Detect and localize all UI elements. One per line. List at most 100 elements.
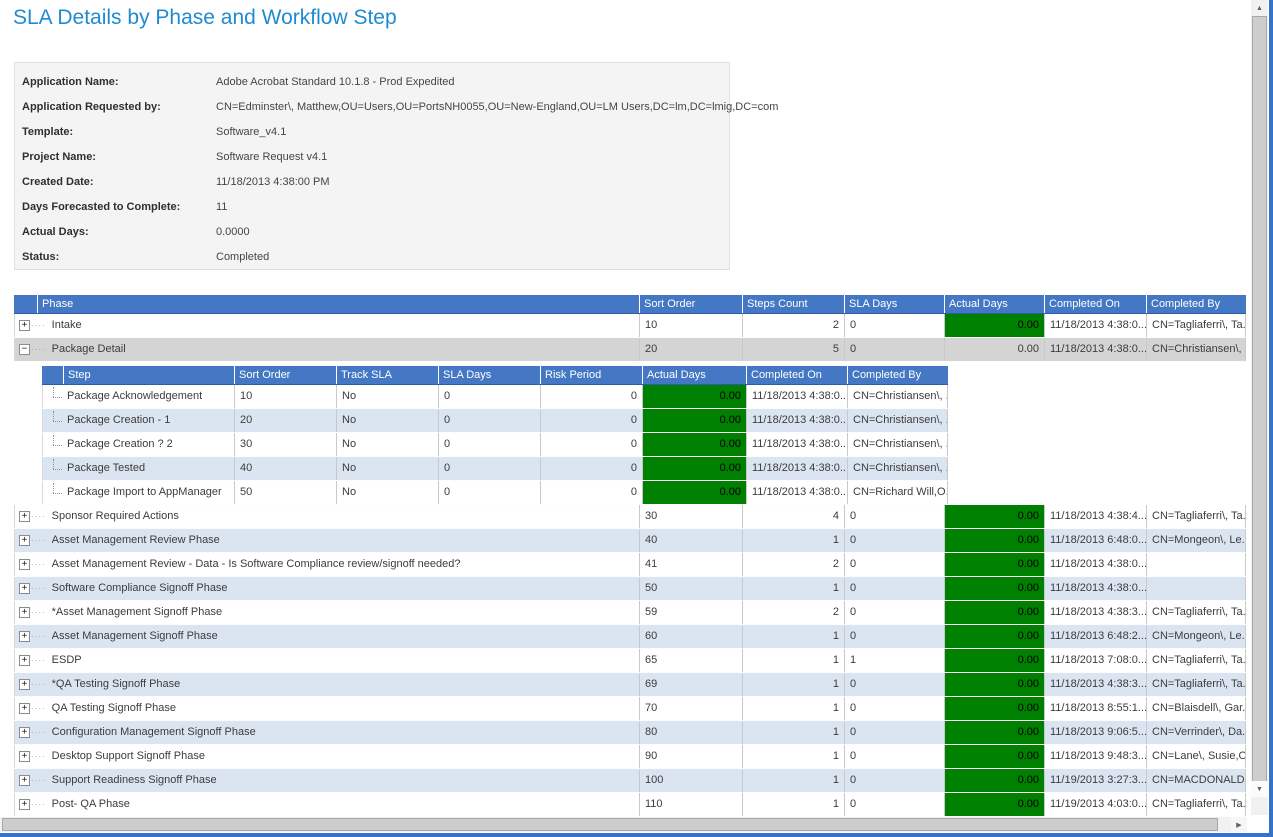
cell-sla-days: 0	[845, 673, 945, 696]
info-field-label: Template:	[22, 126, 216, 138]
expand-icon[interactable]: +	[19, 679, 30, 690]
expand-icon[interactable]: +	[19, 631, 30, 642]
phase-row[interactable]: +····ESDP65110.0011/18/2013 7:08:0...CN=…	[14, 649, 1246, 673]
scroll-down-icon[interactable]: ▼	[1251, 781, 1268, 797]
expand-icon[interactable]: +	[19, 655, 30, 666]
info-field-value: CN=Edminster\, Matthew,OU=Users,OU=Ports…	[216, 101, 778, 113]
step-row[interactable]: Package Acknowledgement10No000.0011/18/2…	[42, 385, 948, 409]
phase-name: ESDP	[52, 649, 82, 672]
phase-name: Configuration Management Signoff Phase	[52, 721, 256, 744]
header-steps-count: Steps Count	[743, 295, 845, 313]
expand-icon[interactable]: +	[19, 775, 30, 786]
expand-icon[interactable]: +	[19, 583, 30, 594]
expand-icon[interactable]: +	[19, 751, 30, 762]
info-row: Actual Days:0.0000	[15, 219, 729, 244]
scroll-up-icon[interactable]: ▲	[1251, 0, 1268, 16]
cell-sla-days: 0	[845, 721, 945, 744]
cell-sla-days: 0	[439, 481, 541, 504]
cell-sort-order: 80	[640, 721, 743, 744]
step-row[interactable]: Package Tested40No000.0011/18/2013 4:38:…	[42, 457, 948, 481]
expand-icon[interactable]: +	[19, 511, 30, 522]
step-row[interactable]: Package Creation ? 230No000.0011/18/2013…	[42, 433, 948, 457]
cell-sort-order: 20	[640, 338, 743, 361]
phase-row[interactable]: +···· Configuration Management Signoff Ph…	[14, 721, 1246, 745]
dotted-connector: ····	[31, 721, 46, 744]
expand-icon[interactable]: +	[19, 607, 30, 618]
cell-completed-by: CN=Christiansen\, ...	[1147, 338, 1246, 361]
phase-row[interactable]: +····Desktop Support Signoff Phase90100.…	[14, 745, 1246, 769]
cell-risk-period: 0	[541, 457, 643, 480]
cell-phase: +····*QA Testing Signoff Phase	[14, 673, 640, 696]
cell-sort-order: 90	[640, 745, 743, 768]
cell-completed-by: CN=Tagliaferri\, Ta...	[1147, 673, 1246, 696]
scroll-right-icon[interactable]: ▶	[1231, 817, 1247, 832]
dotted-connector: ····	[31, 505, 46, 528]
expand-icon[interactable]: +	[19, 703, 30, 714]
header-actual-days: Actual Days	[945, 295, 1045, 313]
horizontal-scroll-thumb[interactable]	[2, 818, 1218, 831]
cell-steps-count: 1	[743, 697, 845, 720]
cell-completed-on: 11/18/2013 4:38:0...	[1045, 314, 1147, 337]
phase-name: Software Compliance Signoff Phase	[52, 577, 228, 600]
phase-row[interactable]: +····Software Compliance Signoff Phase50…	[14, 577, 1246, 601]
cell-completed-on: 11/18/2013 7:08:0...	[1045, 649, 1147, 672]
expand-icon[interactable]: +	[19, 320, 30, 331]
dotted-connector: ····	[31, 314, 46, 337]
cell-sla-days: 0	[845, 697, 945, 720]
cell-steps-count: 1	[743, 793, 845, 816]
cell-completed-on: 11/18/2013 4:38:4...	[1045, 505, 1147, 528]
cell-sort-order: 59	[640, 601, 743, 624]
phase-row[interactable]: +····Asset Management Review - Data - Is…	[14, 553, 1246, 577]
vertical-scroll-thumb[interactable]	[1252, 16, 1267, 782]
dotted-connector: ····	[31, 697, 46, 720]
phase-name: QA Testing Signoff Phase	[52, 697, 176, 720]
cell-actual-days: 0.00	[945, 505, 1045, 528]
cell-steps-count: 2	[743, 314, 845, 337]
cell-step: Package Tested	[42, 457, 235, 480]
subheader-track-sla: Track SLA	[337, 366, 439, 384]
cell-sort-order: 69	[640, 673, 743, 696]
subheader-icon-column	[42, 366, 64, 384]
cell-risk-period: 0	[541, 433, 643, 456]
phase-row[interactable]: +····Asset Management Review Phase40100.…	[14, 529, 1246, 553]
phase-row[interactable]: +····QA Testing Signoff Phase70100.0011/…	[14, 697, 1246, 721]
phase-row[interactable]: +····Asset Management Signoff Phase60100…	[14, 625, 1246, 649]
expand-icon[interactable]: +	[19, 727, 30, 738]
cell-sla-days: 0	[439, 457, 541, 480]
phase-name: Asset Management Review Phase	[52, 529, 220, 552]
cell-sla-days: 1	[845, 649, 945, 672]
cell-completed-by: CN=Christiansen\, ...	[848, 457, 948, 480]
expand-icon[interactable]: +	[19, 535, 30, 546]
cell-completed-on: 11/19/2013 4:03:0...	[1045, 793, 1147, 816]
cell-steps-count: 1	[743, 769, 845, 792]
phase-name: Intake	[52, 314, 82, 337]
expand-icon[interactable]: +	[19, 559, 30, 570]
phase-row[interactable]: +····Sponsor Required Actions30400.0011/…	[14, 505, 1246, 529]
phase-row[interactable]: +····Intake10200.0011/18/2013 4:38:0...C…	[14, 314, 1246, 338]
info-field-label: Created Date:	[22, 176, 216, 188]
cell-actual-days: 0.00	[945, 601, 1045, 624]
phase-row[interactable]: +····*Asset Management Signoff Phase5920…	[14, 601, 1246, 625]
phase-name: Desktop Support Signoff Phase	[52, 745, 205, 768]
phase-row[interactable]: +····Post- QA Phase110100.0011/19/2013 4…	[14, 793, 1246, 817]
cell-sort-order: 65	[640, 649, 743, 672]
horizontal-scrollbar[interactable]: ▶	[0, 817, 1247, 832]
cell-sort-order: 30	[235, 433, 337, 456]
cell-completed-on: 11/18/2013 4:38:0...	[747, 409, 848, 432]
phase-row[interactable]: +····Support Readiness Signoff Phase1001…	[14, 769, 1246, 793]
cell-actual-days: 0.00	[945, 553, 1045, 576]
cell-risk-period: 0	[541, 409, 643, 432]
phase-row[interactable]: −····Package Detail20500.0011/18/2013 4:…	[14, 338, 1246, 362]
step-row[interactable]: Package Import to AppManager50No000.0011…	[42, 481, 948, 505]
collapse-icon[interactable]: −	[19, 344, 30, 355]
vertical-scrollbar[interactable]: ▲ ▼	[1251, 0, 1268, 815]
expand-icon[interactable]: +	[19, 799, 30, 810]
cell-sort-order: 30	[640, 505, 743, 528]
cell-completed-by: CN=Tagliaferri\, Ta...	[1147, 793, 1246, 816]
step-row[interactable]: Package Creation - 120No000.0011/18/2013…	[42, 409, 948, 433]
info-row: Application Requested by:CN=Edminster\, …	[15, 94, 729, 119]
phase-row[interactable]: +····*QA Testing Signoff Phase69100.0011…	[14, 673, 1246, 697]
cell-completed-by: CN=Christiansen\, ...	[848, 433, 948, 456]
phase-name: Package Detail	[52, 338, 126, 361]
cell-phase: +····Sponsor Required Actions	[14, 505, 640, 528]
